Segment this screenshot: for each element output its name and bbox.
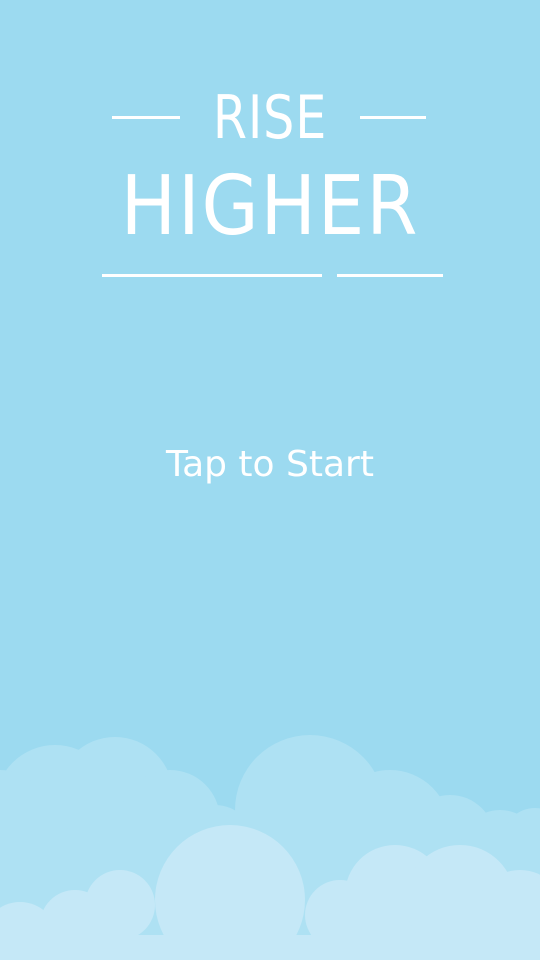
logo-rise-text: RISE [212, 83, 328, 153]
logo-rule-bottom-left [102, 274, 322, 277]
game-start-screen[interactable]: RISE HIGHER Tap to Start [0, 0, 540, 960]
logo-higher-text: HIGHER [120, 159, 420, 254]
logo-rule-top-left [112, 116, 180, 119]
clouds [0, 735, 540, 960]
game-logo: RISE HIGHER [0, 0, 540, 300]
tap-to-start-label[interactable]: Tap to Start [0, 440, 540, 490]
logo-rule-bottom-right [337, 274, 443, 277]
logo-rule-top-right [360, 116, 426, 119]
